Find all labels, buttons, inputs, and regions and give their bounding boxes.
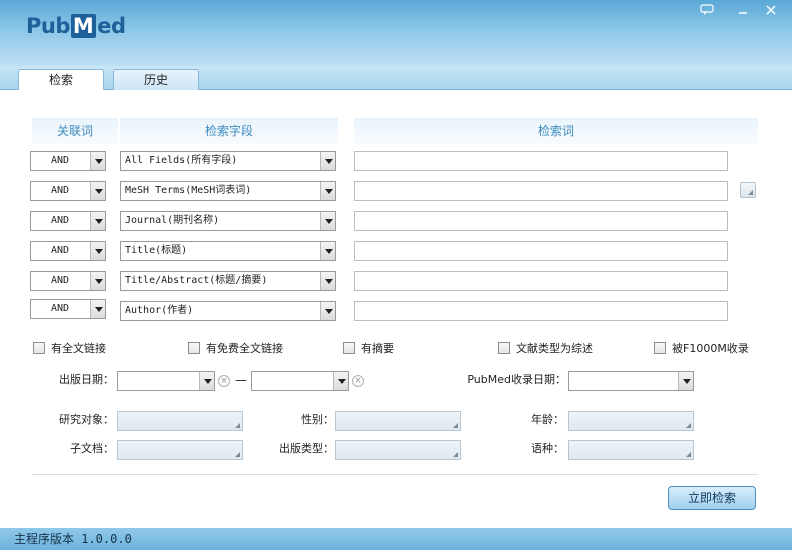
term-input[interactable] (354, 271, 728, 291)
review-checkbox[interactable]: 文献类型为综述 (498, 340, 593, 356)
field-select[interactable]: Title/Abstract(标题/摘要) (120, 271, 336, 291)
term-input[interactable] (354, 151, 728, 171)
chevron-down-icon[interactable] (199, 372, 214, 390)
age-label: 年龄： (531, 413, 564, 426)
tab-strip: 检索 历史 (0, 66, 792, 92)
close-icon[interactable] (762, 4, 780, 18)
chevron-down-icon[interactable] (333, 372, 348, 390)
pub-date-from-dropdown[interactable] (199, 371, 215, 391)
operator-select[interactable]: AND (30, 299, 106, 319)
chevron-down-icon[interactable] (90, 152, 105, 170)
checkbox-box[interactable] (33, 342, 45, 354)
checkbox-box[interactable] (188, 342, 200, 354)
pubmed-date-select[interactable] (568, 371, 694, 391)
tab-search[interactable]: 检索 (18, 69, 104, 92)
operator-select[interactable]: AND (30, 181, 106, 201)
chevron-down-icon[interactable] (90, 182, 105, 200)
chevron-down-icon[interactable] (320, 242, 335, 260)
tab-history[interactable]: 历史 (113, 69, 199, 91)
term-input[interactable] (354, 241, 728, 261)
search-button[interactable]: 立即检索 (668, 486, 756, 510)
pubmed-logo: Pub Med (26, 14, 126, 38)
checkbox-box[interactable] (498, 342, 510, 354)
chevron-down-icon[interactable] (320, 212, 335, 230)
checkbox-box[interactable] (343, 342, 355, 354)
age-select[interactable] (568, 411, 694, 431)
gender-label: 性别： (301, 413, 334, 426)
clear-date-to-icon[interactable]: × (352, 375, 364, 387)
term-input[interactable] (354, 211, 728, 231)
operator-select[interactable]: AND (30, 211, 106, 231)
chevron-down-icon[interactable] (320, 302, 335, 320)
chevron-down-icon[interactable] (320, 152, 335, 170)
pub-date-to-dropdown[interactable] (333, 371, 349, 391)
operator-header: 关联词 (32, 118, 118, 144)
chevron-down-icon[interactable] (320, 272, 335, 290)
chevron-down-icon[interactable] (90, 272, 105, 290)
field-select[interactable]: Journal(期刊名称) (120, 211, 336, 231)
chevron-down-icon[interactable] (90, 242, 105, 260)
title-bar: Pub Med (0, 0, 792, 66)
chevron-down-icon[interactable] (678, 372, 693, 390)
language-select[interactable] (568, 440, 694, 460)
pubmed-date-label: PubMed收录日期： (467, 373, 566, 386)
status-bar: 主程序版本 1.0.0.0 (0, 528, 792, 550)
operator-select[interactable]: AND (30, 151, 106, 171)
date-separator: — (235, 373, 247, 387)
subject-select[interactable] (117, 411, 243, 431)
language-label: 语种： (531, 442, 564, 455)
checkbox-box[interactable] (654, 342, 666, 354)
operator-select[interactable]: AND (30, 241, 106, 261)
chevron-down-icon[interactable] (90, 212, 105, 230)
subject-label: 研究对象： (59, 413, 114, 426)
gender-select[interactable] (335, 411, 461, 431)
divider (32, 474, 758, 475)
pub-date-label: 出版日期： (59, 373, 114, 386)
search-panel: 关联词 检索字段 检索词 AND All Fields(所有字段) AND Me… (18, 90, 780, 524)
minimize-icon[interactable] (734, 4, 752, 18)
field-select[interactable]: All Fields(所有字段) (120, 151, 336, 171)
clear-date-from-icon[interactable]: × (218, 375, 230, 387)
term-input[interactable] (354, 301, 728, 321)
operator-select[interactable]: AND (30, 271, 106, 291)
chevron-down-icon[interactable] (90, 300, 105, 318)
full-text-checkbox[interactable]: 有全文链接 (33, 340, 106, 356)
field-header: 检索字段 (120, 118, 338, 144)
field-select[interactable]: MeSH Terms(MeSH词表词) (120, 181, 336, 201)
mesh-browse-button[interactable] (740, 182, 756, 198)
free-full-text-checkbox[interactable]: 有免费全文链接 (188, 340, 283, 356)
pubtype-label: 出版类型： (279, 442, 334, 455)
abstract-checkbox[interactable]: 有摘要 (343, 340, 394, 356)
f1000m-checkbox[interactable]: 被F1000M收录 (654, 340, 749, 356)
subset-select[interactable] (117, 440, 243, 460)
field-select[interactable]: Author(作者) (120, 301, 336, 321)
subset-label: 子文档： (70, 442, 114, 455)
pubtype-select[interactable] (335, 440, 461, 460)
field-select[interactable]: Title(标题) (120, 241, 336, 261)
chat-bubble-icon[interactable] (698, 4, 716, 18)
chevron-down-icon[interactable] (320, 182, 335, 200)
term-input[interactable] (354, 181, 728, 201)
term-header: 检索词 (354, 118, 758, 144)
